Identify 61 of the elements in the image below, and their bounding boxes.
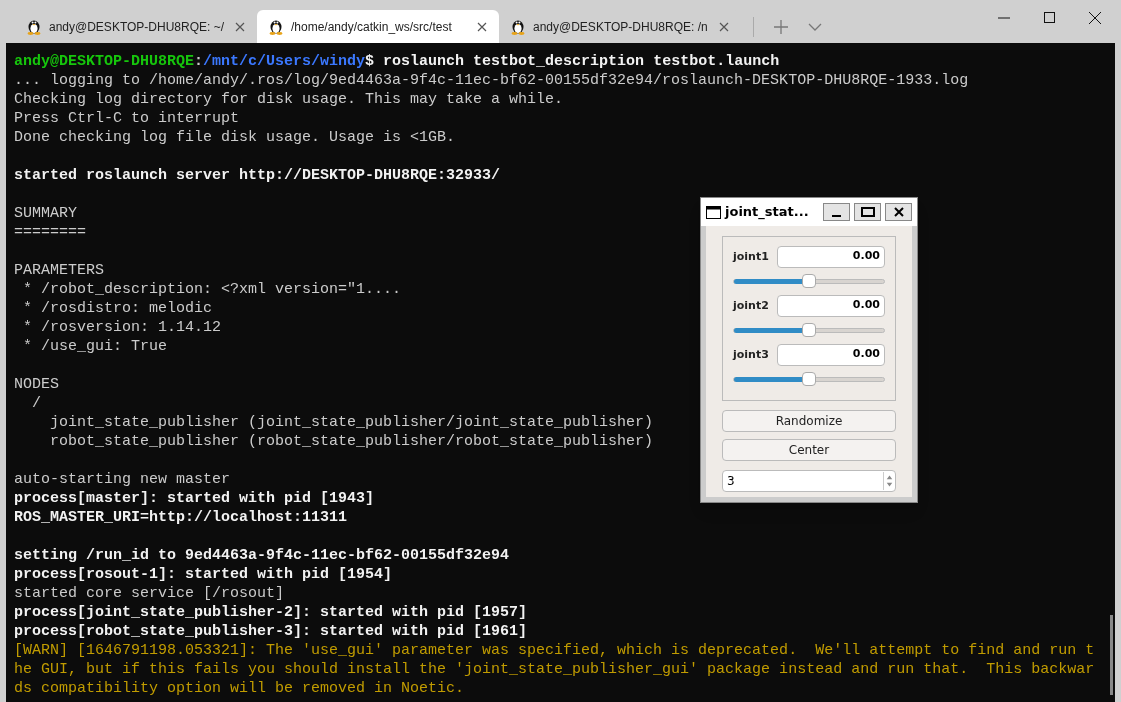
close-icon[interactable]	[477, 21, 487, 32]
terminal-line: * /rosdistro: melodic	[22, 299, 213, 318]
terminal-line: process[rosout-1]: started with pid [1954]	[14, 565, 393, 584]
terminal-line: started roslaunch server http://DESKTOP-DHU8RQE:32933/	[14, 166, 501, 185]
terminal-line: /	[31, 394, 41, 413]
terminal-line: ========	[14, 223, 86, 242]
terminal-line: process[joint_state_publisher-2]: started with pid [1957]	[14, 603, 528, 622]
penguin-icon	[269, 18, 283, 35]
terminal-line: process[master]: started with pid [1943]	[14, 489, 375, 508]
slider-thumb[interactable]	[802, 322, 816, 337]
new-tab-icon[interactable]	[774, 19, 788, 34]
terminal-line: * /rosversion: 1.14.12	[22, 318, 222, 337]
slider-thumb[interactable]	[802, 273, 816, 288]
joint-value-field[interactable]: 0.00	[777, 294, 885, 317]
tab-title: /home/andy/catkin_ws/src/test	[291, 18, 453, 36]
dropdown-icon[interactable]	[808, 22, 822, 31]
tab-title: andy@DESKTOP-DHU8RQE: /n	[533, 18, 709, 36]
warning-line: he GUI, but if this fails you should install the 'joint_state_publisher_gui' package instead and run that. This backwar	[14, 660, 1095, 679]
terminal-line: Done checking log file disk usage. Usage is <1GB.	[14, 128, 456, 147]
joint-value-field[interactable]: 0.00	[777, 245, 885, 268]
scrollbar-thumb[interactable]	[1110, 615, 1113, 695]
terminal-line: auto-starting new master	[14, 470, 231, 489]
terminal-line: process[robot_state_publisher-3]: started with pid [1961]	[14, 622, 528, 641]
terminal-line: * /use_gui: True	[22, 337, 168, 356]
terminal-line: andy@DESKTOP-DHU8RQE:/mnt/c/Users/windy$ roslaunch testbot_description testbot.launch	[14, 52, 780, 71]
terminal-line: NODES	[14, 375, 59, 394]
window-icon	[706, 205, 721, 219]
joint-label: joint1	[733, 249, 769, 264]
terminal-line: PARAMETERS	[14, 261, 104, 280]
joint-label: joint2	[733, 298, 769, 313]
penguin-icon	[27, 18, 41, 35]
terminal-line: ROS_MASTER_URI=http://localhost:11311	[14, 508, 348, 527]
joint-label: joint3	[733, 347, 769, 362]
warning-line: [WARN] [1646791198.053321]: The 'use_gui' parameter was specified, which is deprecated. We'll attempt to find and run t	[14, 641, 1095, 660]
minimize-button[interactable]	[823, 203, 850, 221]
terminal-line: started core service [/rosout]	[14, 584, 285, 603]
joint-value-field[interactable]: 0.00	[777, 343, 885, 366]
terminal-line: Press Ctrl-C to interrupt	[14, 109, 240, 128]
tab-title: andy@DESKTOP-DHU8RQE: ~/	[49, 18, 225, 36]
minimize-icon[interactable]	[998, 16, 1010, 19]
maximize-button[interactable]	[854, 203, 881, 221]
dialog-button[interactable]: Randomize	[722, 410, 896, 432]
terminal-line: * /robot_description: <?xml version="1....	[22, 280, 402, 299]
dialog-button[interactable]: Center	[722, 439, 896, 461]
terminal-line: setting /run_id to 9ed4463a-9f4c-11ec-bf62-00155df32e94	[14, 546, 510, 565]
close-icon	[893, 207, 904, 217]
penguin-icon	[511, 18, 525, 35]
spinbox-field[interactable]: 3	[722, 470, 896, 492]
terminal-line: Checking log directory for disk usage. This may take a while.	[14, 90, 564, 109]
slider-thumb[interactable]	[802, 371, 816, 386]
terminal-line: joint_state_publisher (joint_state_publisher/joint_state_publisher)	[49, 413, 654, 432]
warning-line: ds compatibility option will be removed in Noetic.	[14, 679, 465, 698]
close-icon[interactable]	[1089, 11, 1101, 24]
close-button[interactable]	[885, 203, 912, 221]
dialog-title: joint_stat...	[725, 203, 810, 222]
terminal-line: ... logging to /home/andy/.ros/log/9ed4463a-9f4c-11ec-bf62-00155df32e94/roslaunch-DESKTOP-DHU8RQE-1933.log	[14, 71, 969, 90]
terminal-line: robot_state_publisher (robot_state_publisher/robot_state_publisher)	[49, 432, 654, 451]
spin-arrows-icon[interactable]	[883, 472, 895, 490]
terminal-line: SUMMARY	[14, 204, 77, 223]
maximize-icon[interactable]	[1044, 12, 1055, 23]
terminal-tab[interactable]: /home/andy/catkin_ws/src/test	[257, 10, 499, 43]
